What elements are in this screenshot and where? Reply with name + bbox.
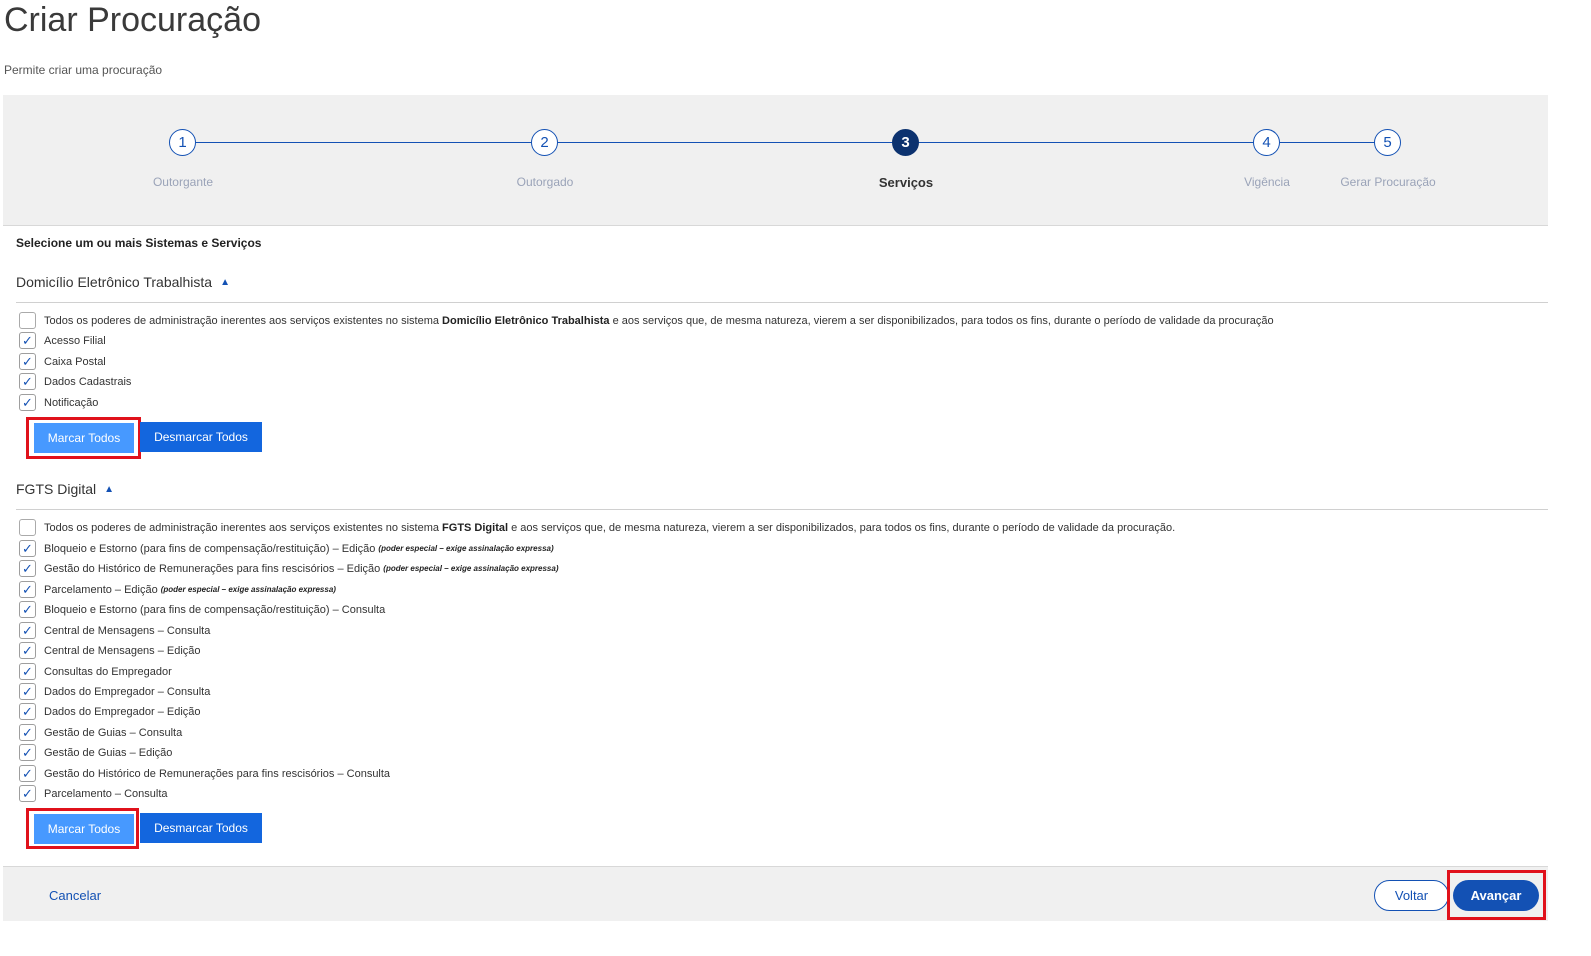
step-1-label[interactable]: Outorgante — [83, 175, 283, 189]
section-header-fgts[interactable]: FGTS Digital ▲ — [16, 481, 114, 497]
step-4-circle[interactable]: 4 — [1253, 129, 1280, 156]
service-label: Dados do Empregador – Edição — [44, 705, 201, 718]
service-checkbox[interactable]: ✓ — [19, 765, 36, 782]
service-label: Consultas do Empregador — [44, 665, 172, 678]
service-checkbox[interactable]: ✓ — [19, 373, 36, 390]
section-header-det[interactable]: Domicílio Eletrônico Trabalhista ▲ — [16, 274, 230, 290]
chevron-up-icon[interactable]: ▲ — [104, 484, 114, 495]
step-2-label[interactable]: Outorgado — [445, 175, 645, 189]
all-powers-row-det: Todos os poderes de administração ineren… — [19, 311, 1274, 330]
service-checkbox[interactable]: ✓ — [19, 581, 36, 598]
service-label: Dados do Empregador – Consulta — [44, 685, 211, 698]
service-checkbox[interactable]: ✓ — [19, 332, 36, 349]
service-row: ✓ Gestão do Histórico de Remunerações pa… — [19, 559, 559, 578]
service-checkbox[interactable]: ✓ — [19, 744, 36, 761]
service-row: ✓ Central de Mensagens – Edição — [19, 641, 201, 660]
special-power-note: (poder especial – exige assinalação expr… — [383, 564, 559, 573]
service-checkbox[interactable]: ✓ — [19, 353, 36, 370]
service-row: ✓ Consultas do Empregador — [19, 662, 172, 681]
step-3-circle[interactable]: 3 — [892, 129, 919, 156]
mark-all-button[interactable]: Marcar Todos — [34, 814, 134, 844]
service-label: Gestão de Guias – Consulta — [44, 726, 183, 739]
footer-bar: Cancelar Voltar Avançar — [3, 866, 1548, 921]
step-3-label[interactable]: Serviços — [806, 175, 1006, 190]
service-label: Parcelamento – Edição — [44, 583, 158, 596]
step-2-circle[interactable]: 2 — [531, 129, 558, 156]
section-title: FGTS Digital — [16, 481, 97, 497]
section-divider — [16, 509, 1548, 510]
service-checkbox[interactable]: ✓ — [19, 703, 36, 720]
all-powers-checkbox[interactable] — [19, 312, 36, 329]
unmark-all-button[interactable]: Desmarcar Todos — [140, 813, 262, 843]
highlight-box — [1447, 870, 1546, 920]
service-row: ✓ Bloqueio e Estorno (para fins de compe… — [19, 600, 385, 619]
service-checkbox[interactable]: ✓ — [19, 785, 36, 802]
service-row: ✓ Gestão de Guias – Consulta — [19, 723, 182, 742]
instruction-text: Selecione um ou mais Sistemas e Serviços — [16, 236, 262, 250]
back-button[interactable]: Voltar — [1374, 880, 1449, 911]
service-checkbox[interactable]: ✓ — [19, 622, 36, 639]
all-powers-label: Todos os poderes de administração ineren… — [44, 521, 1176, 534]
all-powers-label: Todos os poderes de administração ineren… — [44, 314, 1274, 327]
cancel-link[interactable]: Cancelar — [49, 888, 101, 903]
special-power-note: (poder especial – exige assinalação expr… — [160, 585, 336, 594]
service-checkbox[interactable]: ✓ — [19, 724, 36, 741]
service-label: Caixa Postal — [44, 355, 106, 368]
service-row: ✓ Dados do Empregador – Edição — [19, 702, 201, 721]
special-power-note: (poder especial – exige assinalação expr… — [378, 544, 554, 553]
service-label: Bloqueio e Estorno (para fins de compens… — [44, 603, 386, 616]
mark-all-button[interactable]: Marcar Todos — [34, 423, 134, 453]
service-label: Acesso Filial — [44, 334, 106, 347]
service-checkbox[interactable]: ✓ — [19, 540, 36, 557]
service-row: ✓ Caixa Postal — [19, 352, 106, 371]
service-checkbox[interactable]: ✓ — [19, 642, 36, 659]
service-row: ✓ Acesso Filial — [19, 331, 106, 350]
page-subtitle: Permite criar uma procuração — [4, 63, 163, 77]
all-powers-checkbox[interactable] — [19, 519, 36, 536]
step-5-label[interactable]: Gerar Procuração — [1288, 175, 1488, 189]
service-label: Gestão de Guias – Edição — [44, 746, 173, 759]
service-label: Gestão do Histórico de Remunerações para… — [44, 562, 381, 575]
service-label: Dados Cadastrais — [44, 375, 132, 388]
service-label: Parcelamento – Consulta — [44, 787, 168, 800]
step-1-circle[interactable]: 1 — [169, 129, 196, 156]
step-connector-line — [183, 142, 1388, 143]
service-row: ✓ Dados do Empregador – Consulta — [19, 682, 210, 701]
service-label: Gestão do Histórico de Remunerações para… — [44, 767, 391, 780]
all-powers-row-fgts: Todos os poderes de administração ineren… — [19, 518, 1175, 537]
service-row: ✓ Dados Cadastrais — [19, 372, 131, 391]
service-row: ✓ Notificação — [19, 393, 98, 412]
page-title: Criar Procuração — [4, 1, 261, 39]
step-5-circle[interactable]: 5 — [1374, 129, 1401, 156]
service-label: Central de Mensagens – Consulta — [44, 624, 211, 637]
service-row: ✓ Gestão de Guias – Edição — [19, 743, 172, 762]
service-checkbox[interactable]: ✓ — [19, 663, 36, 680]
section-divider — [16, 302, 1548, 303]
service-checkbox[interactable]: ✓ — [19, 560, 36, 577]
service-label: Notificação — [44, 396, 99, 409]
service-checkbox[interactable]: ✓ — [19, 601, 36, 618]
service-row: ✓ Bloqueio e Estorno (para fins de compe… — [19, 539, 554, 558]
progress-stepper: 1 Outorgante 2 Outorgado 3 Serviços 4 Vi… — [3, 95, 1548, 226]
service-checkbox[interactable]: ✓ — [19, 683, 36, 700]
chevron-up-icon[interactable]: ▲ — [220, 277, 230, 288]
service-row: ✓ Central de Mensagens – Consulta — [19, 621, 210, 640]
service-label: Bloqueio e Estorno (para fins de compens… — [44, 542, 376, 555]
service-label: Central de Mensagens – Edição — [44, 644, 201, 657]
unmark-all-button[interactable]: Desmarcar Todos — [140, 422, 262, 452]
service-row: ✓ Parcelamento – Consulta — [19, 784, 168, 803]
service-row: ✓ Parcelamento – Edição (poder especial –… — [19, 580, 336, 599]
service-checkbox[interactable]: ✓ — [19, 394, 36, 411]
section-title: Domicílio Eletrônico Trabalhista — [16, 274, 213, 290]
service-row: ✓ Gestão do Histórico de Remunerações pa… — [19, 764, 390, 783]
